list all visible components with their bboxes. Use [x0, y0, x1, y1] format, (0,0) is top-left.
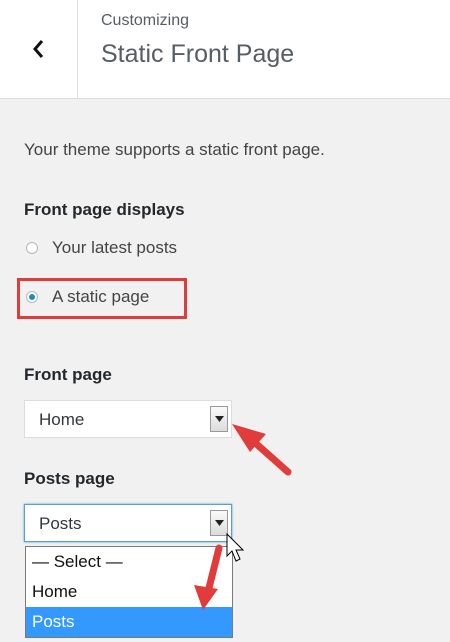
annotation-arrow-posts-dropdown — [194, 544, 223, 610]
mouse-cursor-icon — [226, 532, 245, 562]
annotation-overlay — [194, 424, 292, 610]
annotation-arrow-front-page — [232, 424, 292, 476]
